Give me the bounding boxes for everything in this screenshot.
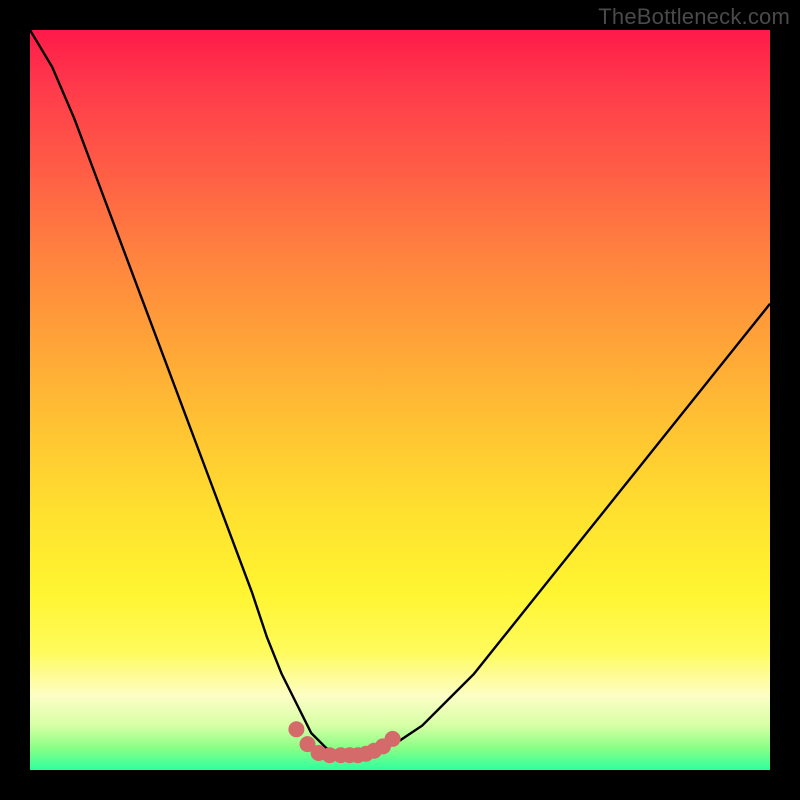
trough-marker <box>289 722 304 737</box>
watermark-text: TheBottleneck.com <box>598 4 790 30</box>
bottleneck-curve <box>30 30 770 755</box>
bottleneck-curve-svg <box>30 30 770 770</box>
chart-frame: TheBottleneck.com <box>0 0 800 800</box>
trough-marker-group <box>289 722 400 763</box>
trough-marker <box>385 731 400 746</box>
plot-area <box>30 30 770 770</box>
